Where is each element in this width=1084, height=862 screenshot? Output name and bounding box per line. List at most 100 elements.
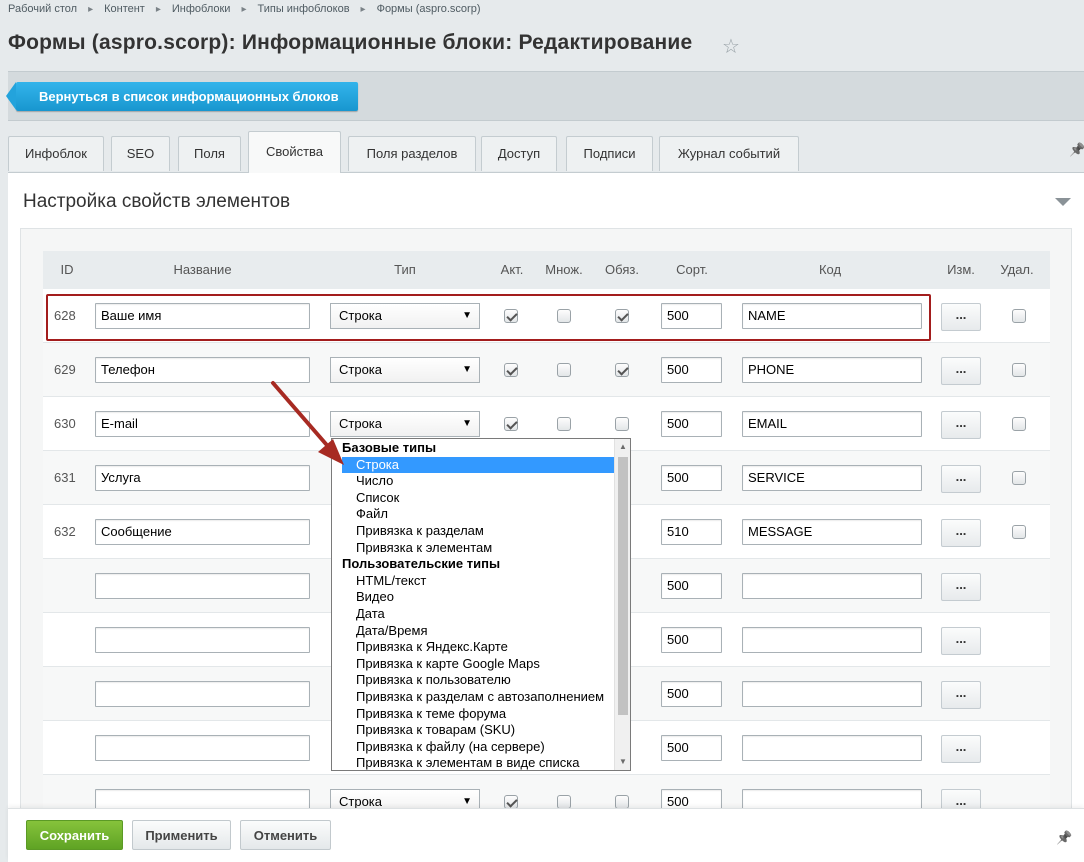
dropdown-option[interactable]: Привязка к элементам <box>332 540 615 557</box>
dropdown-option[interactable]: Список <box>332 490 615 507</box>
property-type-select[interactable]: Строка ▼ <box>330 303 480 329</box>
edit-property-button[interactable]: ... <box>941 681 981 709</box>
property-name-input[interactable]: E-mail <box>95 411 310 437</box>
required-checkbox[interactable] <box>615 363 629 377</box>
sort-input[interactable]: 500 <box>661 573 722 599</box>
property-name-input[interactable]: Ваше имя <box>95 303 310 329</box>
save-button[interactable]: Сохранить <box>26 820 123 850</box>
dropdown-scrollbar[interactable]: ▲ ▼ <box>614 439 630 770</box>
code-input[interactable]: PHONE <box>742 357 922 383</box>
scroll-up-icon[interactable]: ▲ <box>615 439 630 455</box>
cancel-button[interactable]: Отменить <box>240 820 331 850</box>
breadcrumb-item[interactable]: Контент <box>104 3 145 15</box>
code-input[interactable] <box>742 627 922 653</box>
edit-property-button[interactable]: ... <box>941 519 981 547</box>
delete-checkbox[interactable] <box>1012 525 1026 539</box>
breadcrumb-item[interactable]: Рабочий стол <box>8 3 77 15</box>
sort-input[interactable]: 500 <box>661 465 722 491</box>
active-checkbox[interactable] <box>504 309 518 323</box>
dropdown-option[interactable]: Привязка к теме форума <box>332 706 615 723</box>
footer-pin-icon[interactable]: 📌 <box>1056 830 1072 846</box>
required-checkbox[interactable] <box>615 417 629 431</box>
dropdown-option[interactable]: Привязка к файлу (на сервере) <box>332 739 615 756</box>
dropdown-option[interactable]: Привязка к карте Google Maps <box>332 656 615 673</box>
edit-property-button[interactable]: ... <box>941 573 981 601</box>
multiple-checkbox[interactable] <box>557 309 571 323</box>
code-input[interactable] <box>742 735 922 761</box>
breadcrumb-item[interactable]: Инфоблоки <box>172 3 231 15</box>
edit-property-button[interactable]: ... <box>941 465 981 493</box>
edit-property-button[interactable]: ... <box>941 411 981 439</box>
tab-1[interactable]: Инфоблок <box>8 136 104 171</box>
sort-input[interactable]: 510 <box>661 519 722 545</box>
type-dropdown-list[interactable]: Базовые типы Строка Число Список Файл Привязк… <box>331 438 631 771</box>
tab-6[interactable]: Доступ <box>481 136 557 171</box>
code-input[interactable]: EMAIL <box>742 411 922 437</box>
sort-input[interactable]: 500 <box>661 357 722 383</box>
tab-2[interactable]: SEO <box>111 136 170 171</box>
breadcrumb-item[interactable]: Формы (aspro.scorp) <box>377 3 481 15</box>
code-input[interactable]: SERVICE <box>742 465 922 491</box>
dropdown-option[interactable]: Привязка к разделам с автозаполнением <box>332 689 615 706</box>
edit-property-button[interactable]: ... <box>941 627 981 655</box>
dropdown-option[interactable]: Число <box>332 473 615 490</box>
property-type-select[interactable]: Строка ▼ <box>330 357 480 383</box>
edit-property-button[interactable]: ... <box>941 735 981 763</box>
property-name-input[interactable] <box>95 735 310 761</box>
property-name-input[interactable]: Услуга <box>95 465 310 491</box>
property-name-input[interactable] <box>95 573 310 599</box>
code-input[interactable]: MESSAGE <box>742 519 922 545</box>
property-type-select[interactable]: Строка ▼ <box>330 411 480 437</box>
edit-property-button[interactable]: ... <box>941 357 981 385</box>
breadcrumb-item[interactable]: Типы инфоблоков <box>257 3 349 15</box>
collapse-chevron-icon[interactable] <box>1055 198 1071 206</box>
tab-7[interactable]: Подписи <box>566 136 653 171</box>
star-icon[interactable]: ☆ <box>722 34 740 59</box>
sort-input[interactable]: 500 <box>661 735 722 761</box>
required-checkbox[interactable] <box>615 309 629 323</box>
code-input[interactable]: NAME <box>742 303 922 329</box>
dropdown-option[interactable]: Привязка к товарам (SKU) <box>332 722 615 739</box>
sort-input[interactable]: 500 <box>661 627 722 653</box>
code-input[interactable] <box>742 681 922 707</box>
dropdown-option[interactable]: Привязка к разделам <box>332 523 615 540</box>
apply-button[interactable]: Применить <box>132 820 231 850</box>
sort-input[interactable]: 500 <box>661 303 722 329</box>
sort-input[interactable]: 500 <box>661 411 722 437</box>
dropdown-option[interactable]: Дата <box>332 606 615 623</box>
dropdown-option[interactable]: HTML/текст <box>332 573 615 590</box>
required-checkbox[interactable] <box>615 795 629 809</box>
tab-8[interactable]: Журнал событий <box>659 136 799 171</box>
pin-icon[interactable]: 📌 <box>1069 142 1084 158</box>
code-input[interactable] <box>742 573 922 599</box>
delete-checkbox[interactable] <box>1012 471 1026 485</box>
delete-checkbox[interactable] <box>1012 309 1026 323</box>
property-name-input[interactable]: Телефон <box>95 357 310 383</box>
active-checkbox[interactable] <box>504 417 518 431</box>
delete-checkbox[interactable] <box>1012 417 1026 431</box>
dropdown-option[interactable]: Привязка к Яндекс.Карте <box>332 639 615 656</box>
tab-3[interactable]: Поля <box>178 136 241 171</box>
property-name-input[interactable]: Сообщение <box>95 519 310 545</box>
multiple-checkbox[interactable] <box>557 795 571 809</box>
tab-5[interactable]: Поля разделов <box>348 136 476 171</box>
back-to-list-button[interactable]: Вернуться в список информационных блоков <box>6 82 358 111</box>
active-checkbox[interactable] <box>504 363 518 377</box>
scroll-down-icon[interactable]: ▼ <box>615 754 630 770</box>
dropdown-option[interactable]: Файл <box>332 506 615 523</box>
dropdown-option[interactable]: Привязка к элементам в виде списка <box>332 755 615 770</box>
dropdown-option[interactable]: Дата/Время <box>332 623 615 640</box>
dropdown-option[interactable]: Привязка к пользователю <box>332 672 615 689</box>
sort-input[interactable]: 500 <box>661 681 722 707</box>
dropdown-option[interactable]: Строка <box>342 456 615 474</box>
scroll-thumb[interactable] <box>618 457 628 715</box>
multiple-checkbox[interactable] <box>557 417 571 431</box>
property-name-input[interactable] <box>95 681 310 707</box>
edit-property-button[interactable]: ... <box>941 303 981 331</box>
property-name-input[interactable] <box>95 627 310 653</box>
delete-checkbox[interactable] <box>1012 363 1026 377</box>
multiple-checkbox[interactable] <box>557 363 571 377</box>
tab-4[interactable]: Свойства <box>248 131 341 173</box>
active-checkbox[interactable] <box>504 795 518 809</box>
dropdown-option[interactable]: Видео <box>332 589 615 606</box>
